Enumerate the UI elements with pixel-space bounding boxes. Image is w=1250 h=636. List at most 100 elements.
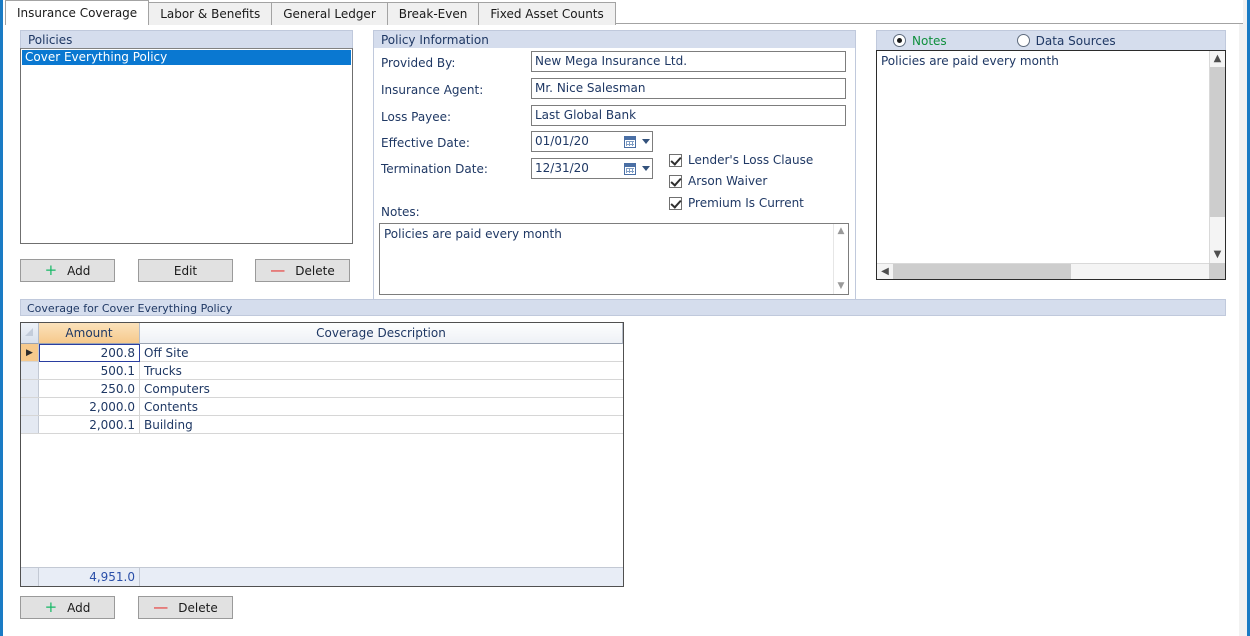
total-row-indicator bbox=[21, 568, 39, 586]
cell-description[interactable]: Contents bbox=[140, 398, 623, 415]
tab-break-even[interactable]: Break-Even bbox=[388, 2, 480, 25]
tab-fixed-asset-counts[interactable]: Fixed Asset Counts bbox=[479, 2, 615, 25]
tab-labor-benefits[interactable]: Labor & Benefits bbox=[149, 2, 272, 25]
tab-insurance-coverage[interactable]: Insurance Coverage bbox=[5, 0, 149, 25]
policy-notes-textarea[interactable]: Policies are paid every month ▲ ▼ bbox=[379, 223, 849, 295]
cell-description[interactable]: Off Site bbox=[140, 344, 623, 361]
notes-radio-bar: Notes Data Sources bbox=[876, 30, 1226, 50]
coverage-grid[interactable]: Amount Coverage Description ▶ 200.8 Off … bbox=[20, 322, 624, 587]
plus-icon: + bbox=[45, 263, 58, 278]
checkbox-icon[interactable] bbox=[669, 154, 682, 167]
row-indicator[interactable] bbox=[21, 380, 39, 397]
policies-section-header: Policies bbox=[20, 30, 353, 48]
add-policy-button[interactable]: + Add bbox=[20, 259, 115, 282]
total-amount: 4,951.0 bbox=[39, 568, 140, 586]
vertical-scroll-track[interactable] bbox=[1210, 217, 1225, 247]
cell-amount[interactable]: 200.8 bbox=[39, 344, 140, 362]
minus-icon: — bbox=[270, 263, 285, 278]
policy-notes-text: Policies are paid every month bbox=[380, 224, 833, 294]
loss-payee-field[interactable]: Last Global Bank bbox=[531, 105, 846, 126]
edit-policy-button[interactable]: Edit bbox=[138, 259, 233, 282]
radio-data-sources-label: Data Sources bbox=[1036, 34, 1116, 48]
tab-label: Break-Even bbox=[399, 7, 468, 21]
tab-label: Insurance Coverage bbox=[17, 6, 137, 20]
chevron-down-icon[interactable] bbox=[639, 133, 652, 150]
coverage-grid-header: Amount Coverage Description bbox=[21, 323, 623, 344]
calendar-icon[interactable] bbox=[621, 133, 638, 150]
row-indicator-icon[interactable]: ▶ bbox=[21, 344, 39, 361]
notes-label: Notes: bbox=[381, 205, 420, 219]
delete-coverage-button[interactable]: — Delete bbox=[138, 596, 233, 619]
effective-date-label: Effective Date: bbox=[381, 136, 470, 150]
table-row[interactable]: 2,000.1 Building bbox=[21, 416, 623, 434]
cell-description[interactable]: Building bbox=[140, 416, 623, 433]
delete-policy-label: Delete bbox=[295, 264, 334, 278]
scroll-up-icon[interactable]: ▲ bbox=[1210, 51, 1225, 67]
delete-policy-button[interactable]: — Delete bbox=[255, 259, 350, 282]
provided-by-label: Provided By: bbox=[381, 56, 455, 70]
table-row[interactable]: 2,000.0 Contents bbox=[21, 398, 623, 416]
cell-description[interactable]: Computers bbox=[140, 380, 623, 397]
add-coverage-button[interactable]: + Add bbox=[20, 596, 115, 619]
scroll-down-icon[interactable]: ▼ bbox=[1210, 247, 1225, 263]
loss-payee-label: Loss Payee: bbox=[381, 110, 451, 124]
insurance-agent-label: Insurance Agent: bbox=[381, 83, 483, 97]
table-row[interactable]: 500.1 Trucks bbox=[21, 362, 623, 380]
cell-amount[interactable]: 500.1 bbox=[39, 362, 140, 379]
policy-information-panel: Policy Information Provided By: New Mega… bbox=[373, 30, 856, 300]
grid-select-all-corner[interactable] bbox=[21, 323, 39, 344]
premium-is-current-label: Premium Is Current bbox=[688, 196, 804, 210]
table-row[interactable]: ▶ 200.8 Off Site bbox=[21, 344, 623, 362]
column-header-description[interactable]: Coverage Description bbox=[140, 323, 623, 344]
chevron-down-icon[interactable] bbox=[639, 160, 652, 177]
lenders-loss-clause-checkbox[interactable]: Lender's Loss Clause bbox=[669, 153, 813, 167]
tab-general-ledger[interactable]: General Ledger bbox=[272, 2, 388, 25]
termination-date-picker[interactable]: 12/31/20 bbox=[531, 158, 653, 179]
checkbox-icon[interactable] bbox=[669, 175, 682, 188]
radio-data-sources[interactable]: Data Sources bbox=[1017, 34, 1116, 48]
row-indicator[interactable] bbox=[21, 416, 39, 433]
policy-information-body: Provided By: New Mega Insurance Ltd. Ins… bbox=[373, 48, 856, 300]
insurance-agent-field[interactable]: Mr. Nice Salesman bbox=[531, 78, 846, 99]
notes-data-sources-panel: Notes Data Sources Policies are paid eve… bbox=[876, 30, 1226, 280]
horizontal-scroll-thumb[interactable] bbox=[893, 264, 1071, 279]
provided-by-field[interactable]: New Mega Insurance Ltd. bbox=[531, 51, 846, 72]
notes-vertical-scrollbar[interactable]: ▲ ▼ bbox=[1209, 51, 1225, 263]
tab-label: Fixed Asset Counts bbox=[490, 7, 603, 21]
horizontal-scroll-track[interactable] bbox=[1071, 264, 1209, 279]
radio-icon[interactable] bbox=[1017, 34, 1030, 47]
tab-label: Labor & Benefits bbox=[160, 7, 260, 21]
checkbox-icon[interactable] bbox=[669, 197, 682, 210]
termination-date-label: Termination Date: bbox=[381, 162, 488, 176]
policy-notes-scrollbar[interactable]: ▲ ▼ bbox=[833, 224, 848, 294]
row-indicator[interactable] bbox=[21, 362, 39, 379]
cell-amount[interactable]: 2,000.0 bbox=[39, 398, 140, 415]
scroll-left-icon[interactable]: ◀ bbox=[877, 264, 893, 279]
cell-amount[interactable]: 250.0 bbox=[39, 380, 140, 397]
scrollbar-corner bbox=[1209, 263, 1225, 279]
policies-listbox[interactable]: Cover Everything Policy bbox=[20, 48, 353, 244]
effective-date-picker[interactable]: 01/01/20 bbox=[531, 131, 653, 152]
tab-label: General Ledger bbox=[283, 7, 376, 21]
add-coverage-label: Add bbox=[67, 601, 90, 615]
row-indicator[interactable] bbox=[21, 398, 39, 415]
notes-display-box[interactable]: Policies are paid every month ▲ ▼ ◀ ▶ bbox=[876, 50, 1226, 280]
column-header-label: Coverage Description bbox=[316, 326, 446, 340]
scroll-up-icon[interactable]: ▲ bbox=[834, 224, 849, 239]
cell-amount[interactable]: 2,000.1 bbox=[39, 416, 140, 433]
delete-coverage-label: Delete bbox=[178, 601, 217, 615]
table-row[interactable]: 250.0 Computers bbox=[21, 380, 623, 398]
list-item[interactable]: Cover Everything Policy bbox=[22, 50, 351, 65]
radio-notes[interactable]: Notes bbox=[893, 34, 947, 48]
edit-policy-label: Edit bbox=[174, 264, 197, 278]
grid-total-row: 4,951.0 bbox=[21, 567, 623, 586]
scroll-down-icon[interactable]: ▼ bbox=[834, 279, 849, 294]
arson-waiver-checkbox[interactable]: Arson Waiver bbox=[669, 174, 767, 188]
notes-horizontal-scrollbar[interactable]: ◀ ▶ bbox=[877, 263, 1225, 279]
cell-description[interactable]: Trucks bbox=[140, 362, 623, 379]
calendar-icon[interactable] bbox=[621, 160, 638, 177]
radio-icon[interactable] bbox=[893, 34, 906, 47]
vertical-scroll-thumb[interactable] bbox=[1210, 67, 1225, 217]
column-header-amount[interactable]: Amount bbox=[39, 323, 140, 344]
premium-is-current-checkbox[interactable]: Premium Is Current bbox=[669, 196, 804, 210]
